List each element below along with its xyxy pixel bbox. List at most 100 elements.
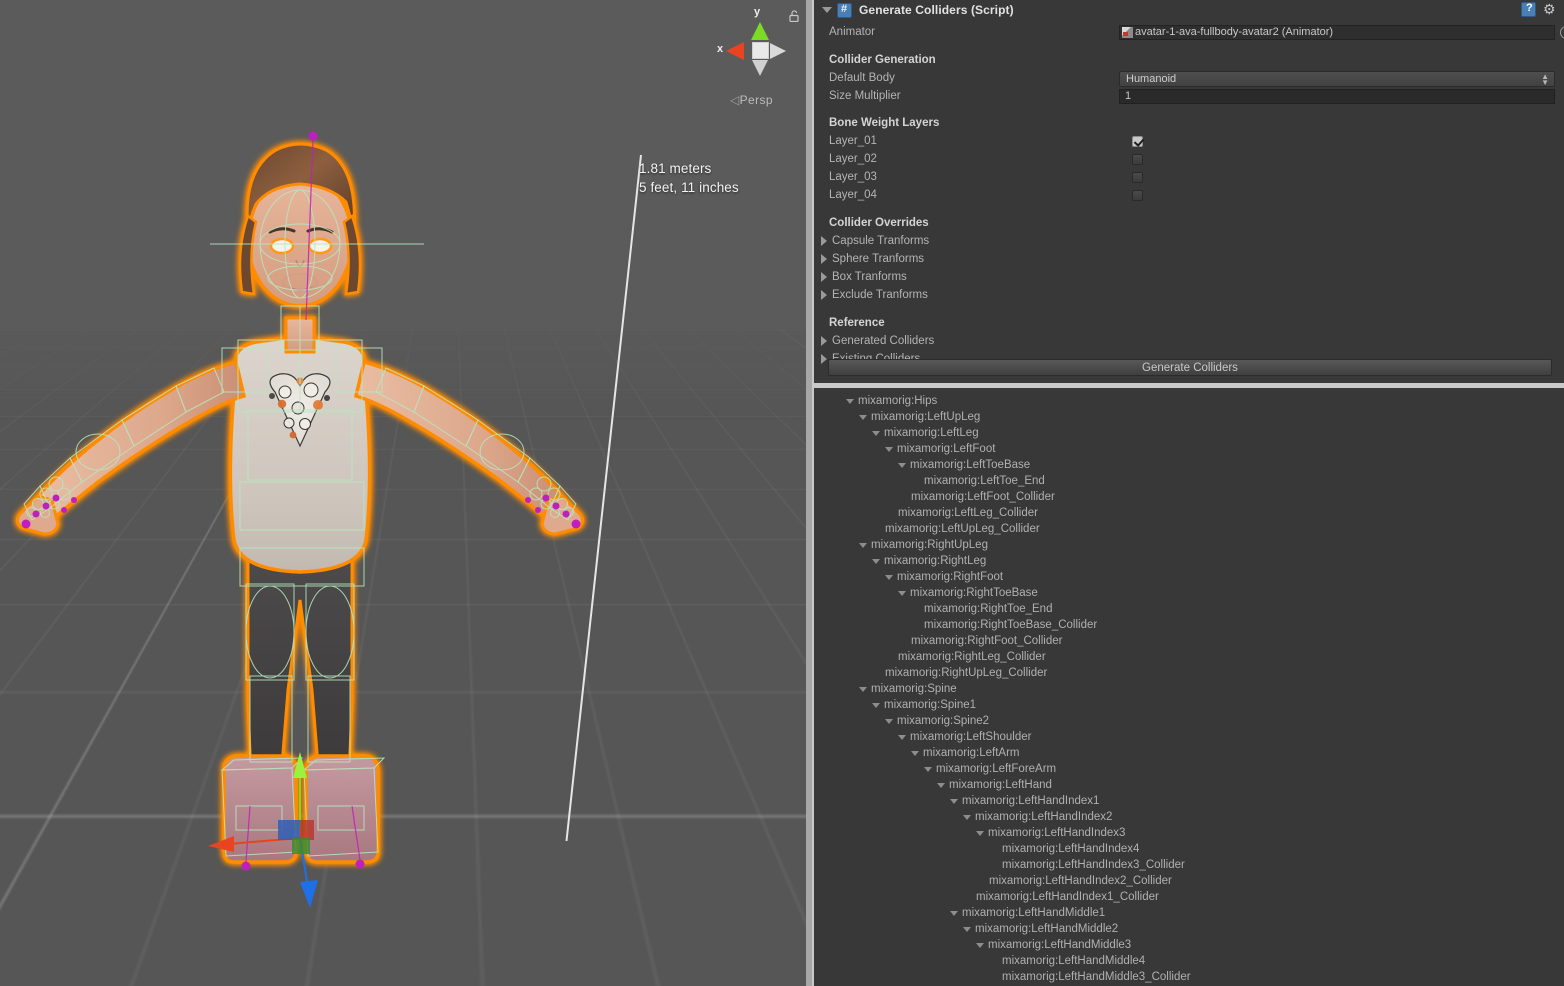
override-foldout-1[interactable]: Sphere Tranforms bbox=[814, 250, 1564, 268]
tree-node[interactable]: mixamorig:LeftHandIndex1 bbox=[814, 793, 1564, 809]
reference-foldout-label: Generated Colliders bbox=[832, 335, 935, 347]
default-body-dropdown[interactable]: Humanoid ▲ ▼ bbox=[1119, 70, 1555, 87]
tree-node[interactable]: mixamorig:LeftLeg_Collider bbox=[814, 505, 1564, 521]
override-foldout-label: Sphere Tranforms bbox=[832, 253, 925, 265]
gear-icon[interactable]: ⚙ bbox=[1543, 2, 1557, 16]
gizmo-negy-axis-cone[interactable] bbox=[752, 60, 768, 76]
chevron-down-icon[interactable] bbox=[859, 542, 867, 548]
gizmo-projection-mode[interactable]: ◁Persp bbox=[730, 93, 773, 107]
generate-colliders-button[interactable]: Generate Colliders bbox=[828, 359, 1552, 376]
tree-node[interactable]: mixamorig:RightLeg_Collider bbox=[814, 649, 1564, 665]
tree-node[interactable]: mixamorig:LeftUpLeg bbox=[814, 409, 1564, 425]
tree-node[interactable]: mixamorig:RightToe_End bbox=[814, 601, 1564, 617]
tree-node[interactable]: mixamorig:RightLeg bbox=[814, 553, 1564, 569]
gizmo-negx-axis-cone[interactable] bbox=[770, 43, 786, 59]
tree-node[interactable]: mixamorig:LeftHandIndex1_Collider bbox=[814, 889, 1564, 905]
size-multiplier-input[interactable]: 1 bbox=[1119, 88, 1555, 104]
tree-node[interactable]: mixamorig:LeftToe_End bbox=[814, 473, 1564, 489]
animator-component-icon bbox=[1122, 26, 1133, 38]
tree-node[interactable]: mixamorig:LeftHandIndex2 bbox=[814, 809, 1564, 825]
chevron-down-icon[interactable] bbox=[963, 926, 971, 932]
chevron-right-icon[interactable] bbox=[821, 254, 827, 264]
chevron-down-icon[interactable] bbox=[885, 446, 893, 452]
chevron-down-icon[interactable] bbox=[885, 574, 893, 580]
chevron-right-icon[interactable] bbox=[821, 354, 827, 364]
tree-node[interactable]: mixamorig:LeftFoot bbox=[814, 441, 1564, 457]
tree-node[interactable]: mixamorig:LeftShoulder bbox=[814, 729, 1564, 745]
tree-node[interactable]: mixamorig:LeftHandIndex3_Collider bbox=[814, 857, 1564, 873]
override-foldout-3[interactable]: Exclude Tranforms bbox=[814, 286, 1564, 304]
component-header[interactable]: Generate Colliders (Script) ⚙ bbox=[814, 0, 1564, 20]
chevron-down-icon[interactable] bbox=[885, 718, 893, 724]
tree-node[interactable]: mixamorig:RightToeBase bbox=[814, 585, 1564, 601]
chevron-down-icon[interactable] bbox=[976, 942, 984, 948]
tree-node[interactable]: mixamorig:Hips bbox=[814, 393, 1564, 409]
chevron-down-icon[interactable] bbox=[898, 462, 906, 468]
gizmo-x-axis-cone[interactable] bbox=[726, 42, 744, 60]
chevron-down-icon[interactable] bbox=[872, 558, 880, 564]
lock-open-icon[interactable] bbox=[788, 10, 800, 22]
tree-node[interactable]: mixamorig:LeftHandIndex3 bbox=[814, 825, 1564, 841]
chevron-down-icon[interactable] bbox=[924, 766, 932, 772]
chevron-down-icon[interactable] bbox=[859, 686, 867, 692]
tree-node[interactable]: mixamorig:LeftArm bbox=[814, 745, 1564, 761]
reference-heading: Reference bbox=[829, 316, 885, 329]
animator-object-picker[interactable] bbox=[1560, 25, 1564, 39]
chevron-down-icon[interactable] bbox=[963, 814, 971, 820]
tree-node[interactable]: mixamorig:Spine bbox=[814, 681, 1564, 697]
tree-node[interactable]: mixamorig:RightUpLeg bbox=[814, 537, 1564, 553]
chevron-right-icon[interactable] bbox=[821, 272, 827, 282]
layer-checkbox-4[interactable] bbox=[1132, 189, 1143, 201]
help-icon[interactable] bbox=[1521, 2, 1536, 17]
scene-viewport[interactable]: 1.81 meters 5 feet, 11 inches y x ◁Persp bbox=[0, 0, 812, 986]
tree-node[interactable]: mixamorig:LeftHandMiddle4 bbox=[814, 953, 1564, 969]
override-foldout-2[interactable]: Box Tranforms bbox=[814, 268, 1564, 286]
chevron-right-icon[interactable] bbox=[821, 336, 827, 346]
chevron-down-icon[interactable] bbox=[937, 782, 945, 788]
tree-node[interactable]: mixamorig:LeftLeg bbox=[814, 425, 1564, 441]
chevron-right-icon[interactable] bbox=[821, 290, 827, 300]
chevron-down-icon[interactable] bbox=[872, 430, 880, 436]
tree-node[interactable]: mixamorig:Spine1 bbox=[814, 697, 1564, 713]
tree-node[interactable]: mixamorig:RightFoot bbox=[814, 569, 1564, 585]
tree-node[interactable]: mixamorig:LeftForeArm bbox=[814, 761, 1564, 777]
tree-node[interactable]: mixamorig:LeftHandMiddle3 bbox=[814, 937, 1564, 953]
gizmo-center-cube[interactable] bbox=[752, 42, 769, 59]
chevron-down-icon[interactable] bbox=[911, 750, 919, 756]
tree-node[interactable]: mixamorig:LeftFoot_Collider bbox=[814, 489, 1564, 505]
tree-node[interactable]: mixamorig:LeftHand bbox=[814, 777, 1564, 793]
tree-node[interactable]: mixamorig:LeftUpLeg_Collider bbox=[814, 521, 1564, 537]
bone-hierarchy-panel[interactable]: mixamorig:Hips mixamorig:LeftUpLeg mixamor… bbox=[812, 388, 1564, 986]
chevron-down-icon[interactable] bbox=[976, 830, 984, 836]
layer-checkbox-3[interactable] bbox=[1132, 171, 1143, 183]
tree-node[interactable]: mixamorig:LeftHandMiddle3_Collider bbox=[814, 969, 1564, 985]
gizmo-y-axis-cone[interactable] bbox=[751, 22, 769, 40]
animator-row: Animator avatar-1-ava-fullbody-avatar2 (… bbox=[814, 23, 1564, 41]
tree-node[interactable]: mixamorig:LeftHandMiddle2 bbox=[814, 921, 1564, 937]
tree-node[interactable]: mixamorig:LeftHandIndex2_Collider bbox=[814, 873, 1564, 889]
override-foldout-0[interactable]: Capsule Tranforms bbox=[814, 232, 1564, 250]
chevron-down-icon[interactable] bbox=[898, 734, 906, 740]
chevron-down-icon[interactable] bbox=[898, 590, 906, 596]
chevron-down-icon[interactable] bbox=[846, 398, 854, 404]
chevron-right-icon[interactable] bbox=[821, 236, 827, 246]
tree-node[interactable]: mixamorig:Spine2 bbox=[814, 713, 1564, 729]
chevron-down-icon[interactable] bbox=[859, 414, 867, 420]
avatar-model[interactable] bbox=[0, 0, 812, 986]
tree-node[interactable]: mixamorig:LeftToeBase bbox=[814, 457, 1564, 473]
tree-node[interactable]: mixamorig:RightToeBase_Collider bbox=[814, 617, 1564, 633]
reference-foldout-0[interactable]: Generated Colliders bbox=[814, 332, 1564, 350]
layer-checkbox-1[interactable] bbox=[1132, 135, 1143, 147]
chevron-down-icon[interactable] bbox=[872, 702, 880, 708]
component-foldout-icon[interactable] bbox=[822, 7, 832, 13]
tree-node[interactable]: mixamorig:RightUpLeg_Collider bbox=[814, 665, 1564, 681]
tree-node[interactable]: mixamorig:LeftHandMiddle1 bbox=[814, 905, 1564, 921]
chevron-down-icon[interactable] bbox=[950, 910, 958, 916]
animator-object-field[interactable]: avatar-1-ava-fullbody-avatar2 (Animator) bbox=[1119, 24, 1555, 40]
chevron-down-icon[interactable] bbox=[950, 798, 958, 804]
tree-node-label: mixamorig:LeftHandMiddle1 bbox=[962, 907, 1106, 919]
tree-node[interactable]: mixamorig:RightFoot_Collider bbox=[814, 633, 1564, 649]
tree-node[interactable]: mixamorig:LeftHandIndex4 bbox=[814, 841, 1564, 857]
layer-checkbox-2[interactable] bbox=[1132, 153, 1143, 165]
scene-orientation-gizmo[interactable]: y x ◁Persp bbox=[704, 2, 808, 112]
